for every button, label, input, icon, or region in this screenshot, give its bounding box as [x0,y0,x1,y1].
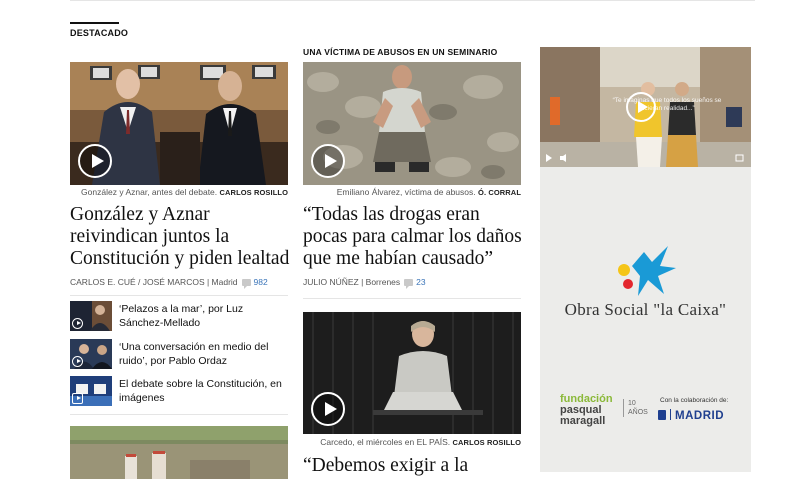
related-item[interactable]: El debate sobre la Constitución, en imág… [70,376,290,406]
video-controls[interactable] [546,154,746,162]
related-item[interactable]: ‘Pelazos a la mar’, por Luz Sánchez-Mell… [70,301,290,331]
fund-line: maragall [560,415,606,427]
comment-icon [241,279,251,289]
related-title[interactable]: ‘Una conversación en medio del ruido’, p… [119,340,289,368]
third-article-headline[interactable]: “Debemos exigir a la [303,455,523,477]
main-article-byline: CARLOS E. CUÉ / JOSÉ MARCOS | Madrid 982 [70,277,268,289]
divider [70,414,288,415]
caption-text: Emiliano Álvarez, víctima de abusos. [336,187,476,197]
related-item[interactable]: ‘Una conversación en medio del ruido’, p… [70,339,290,369]
second-article-video[interactable] [303,62,521,185]
main-article-caption: González y Aznar, antes del debate. CARL… [70,187,288,197]
la-caixa-star-logo [618,246,676,296]
related-thumb [70,301,112,331]
ad-video[interactable]: “Te imaginas que todos los sueños se hic… [540,47,751,167]
divider [303,298,521,299]
comment-count[interactable]: 23 [416,277,425,287]
ten-years-number: 10 [628,400,636,407]
madrid-crest-icon [658,410,666,420]
caption-text: Carcedo, el miércoles en EL PAÍS. [320,437,451,447]
top-divider [70,0,755,1]
ten-years-badge: 10 AÑOS [623,399,648,417]
comment-icon [404,279,414,289]
third-article-caption: Carcedo, el miércoles en EL PAÍS. CARLOS… [303,437,521,447]
section-label: DESTACADO [70,28,129,38]
madrid-separator [670,409,671,420]
related-title[interactable]: ‘Pelazos a la mar’, por Luz Sánchez-Mell… [119,302,289,330]
madrid-logo: MADRID [658,409,724,422]
madrid-text: MADRID [675,410,724,422]
play-icon[interactable] [626,92,656,122]
main-article-headline[interactable]: González y Aznar reivindican juntos la C… [70,204,292,270]
bottom-article-photo[interactable] [70,426,288,479]
play-icon[interactable] [311,144,345,178]
ad-video-subtitle: “Te imaginas que todos los sueños se hic… [612,97,722,112]
ad-org-name: Obra Social "la Caixa" [564,300,727,319]
play-icon[interactable] [78,144,112,178]
caption-credit: Ó. CORRAL [478,188,521,197]
ten-years-label: AÑOS [628,409,648,416]
photo-gallery-icon [72,393,83,404]
section-rule [70,22,119,24]
play-icon[interactable] [311,392,345,426]
second-article-caption: Emiliano Álvarez, víctima de abusos. Ó. … [303,187,521,197]
fundacion-pasqual-maragall-logo: fundación pasqual maragall [560,394,613,427]
byline-authors[interactable]: JULIO NÚÑEZ | Borrenes [303,277,400,287]
second-article-byline: JULIO NÚÑEZ | Borrenes 23 [303,277,426,289]
divider [70,295,288,296]
advertisement[interactable]: “Te imaginas que todos los sueños se hic… [540,47,751,472]
related-thumb [70,339,112,369]
related-title[interactable]: El debate sobre la Constitución, en imág… [119,377,289,405]
second-article-headline[interactable]: “Todas las drogas eran pocas para calmar… [303,204,523,270]
play-icon [72,318,83,329]
collab-label: Con la colaboración de: [660,397,729,404]
caption-credit: CARLOS ROSILLO [219,188,288,197]
caption-credit: CARLOS ROSILLO [452,438,521,447]
main-article-video[interactable] [70,62,288,185]
caption-text: González y Aznar, antes del debate. [81,187,218,197]
byline-authors[interactable]: CARLOS E. CUÉ / JOSÉ MARCOS | Madrid [70,277,238,287]
second-article-kicker[interactable]: UNA VÍCTIMA DE ABUSOS EN UN SEMINARIO [303,47,497,57]
related-thumb [70,376,112,406]
comment-count[interactable]: 982 [254,277,268,287]
play-icon [72,356,83,367]
third-article-video[interactable] [303,312,521,434]
